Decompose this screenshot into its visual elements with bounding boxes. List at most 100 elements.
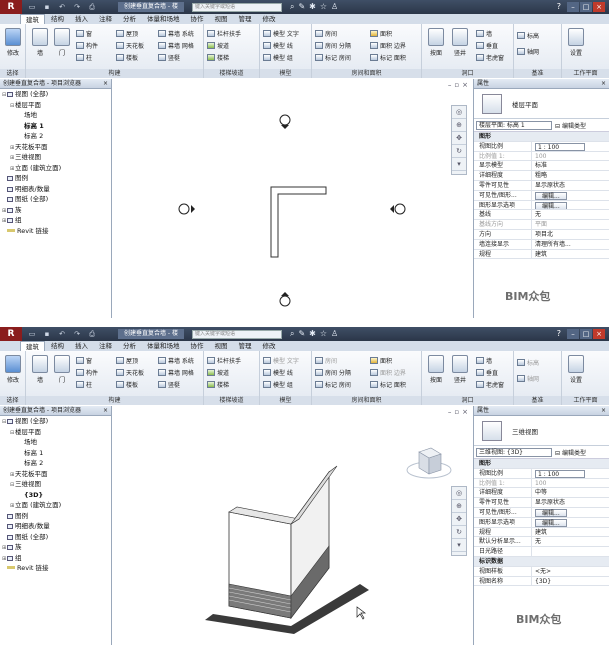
modify-button[interactable]: 修改: [3, 355, 23, 384]
by-face-button[interactable]: 按面: [426, 355, 446, 384]
property-value[interactable]: 建筑: [532, 528, 609, 537]
orbit-icon[interactable]: ↻: [452, 526, 466, 539]
search-input[interactable]: 键入关键字或短语: [191, 2, 282, 12]
viewcube-icon[interactable]: [406, 447, 452, 479]
window-button[interactable]: 窗: [76, 355, 92, 365]
stair-button[interactable]: 楼梯: [207, 52, 229, 62]
property-group-header[interactable]: 图形: [474, 459, 609, 469]
roof-button[interactable]: 屋顶: [116, 355, 138, 365]
tree-views-all[interactable]: ⊟ 视图 (全部): [2, 416, 111, 427]
area-boundary-button[interactable]: 面积 边界: [370, 367, 406, 377]
vertical-opening-button[interactable]: 垂直: [476, 40, 498, 50]
view-selector-dropdown[interactable]: 楼层平面: 标高 1: [476, 120, 552, 130]
shaft-button[interactable]: 竖井: [450, 355, 470, 384]
grid-button[interactable]: 轴网: [517, 373, 539, 383]
pan-icon[interactable]: ✥: [452, 513, 466, 526]
tab-massing-site[interactable]: 体量和场地: [142, 14, 185, 24]
tab-modify[interactable]: 修改: [258, 341, 281, 351]
help-icon[interactable]: ?: [557, 2, 561, 12]
railing-button[interactable]: 栏杆扶手: [207, 28, 241, 38]
nav-menu-icon[interactable]: ▾: [452, 539, 466, 552]
wall-plan-l-shape[interactable]: [270, 186, 327, 258]
model-text-button[interactable]: 模型 文字: [263, 355, 299, 365]
redo-icon[interactable]: ↷: [71, 329, 83, 339]
edit-button[interactable]: 编辑...: [535, 191, 567, 200]
tree-views-all[interactable]: ⊟ 视图 (全部): [2, 89, 111, 100]
property-value[interactable]: 编辑...: [532, 508, 609, 517]
property-group-header[interactable]: 图形: [474, 132, 609, 142]
property-value[interactable]: 编辑...: [532, 518, 609, 527]
tree-3d-views[interactable]: ⊞三维视图: [2, 152, 111, 163]
elevation-marker-south[interactable]: [279, 292, 291, 307]
tree-floor-plans[interactable]: ⊟楼层平面: [2, 100, 111, 111]
property-value[interactable]: 平面: [532, 220, 609, 229]
component-button[interactable]: 构件: [76, 367, 98, 377]
steering-wheel-icon[interactable]: ◎: [452, 487, 466, 500]
floor-button[interactable]: 楼板: [116, 379, 138, 389]
tab-annotate[interactable]: 注释: [94, 14, 117, 24]
tab-structure[interactable]: 结构: [46, 341, 69, 351]
tree-revit-links[interactable]: Revit 链接: [2, 226, 111, 237]
pan-icon[interactable]: ✥: [452, 132, 466, 145]
redo-icon[interactable]: ↷: [71, 2, 83, 12]
close-button[interactable]: ×: [593, 329, 605, 339]
property-value[interactable]: {3D}: [532, 577, 609, 586]
roof-button[interactable]: 屋顶: [116, 28, 138, 38]
close-icon[interactable]: ×: [601, 79, 606, 89]
close-icon[interactable]: ×: [103, 79, 108, 89]
steering-wheel-icon[interactable]: ◎: [452, 106, 466, 119]
tree-site[interactable]: 场地: [2, 437, 111, 448]
property-value[interactable]: 1 : 100: [532, 469, 609, 478]
close-button[interactable]: ×: [593, 2, 605, 12]
undo-icon[interactable]: ↶: [56, 329, 68, 339]
tree-level-1[interactable]: 标高 1: [2, 448, 111, 459]
model-line-button[interactable]: 模型 线: [263, 367, 293, 377]
tree-3d-default[interactable]: {3D}: [2, 490, 111, 501]
property-value[interactable]: 无: [532, 210, 609, 219]
curtain-system-button[interactable]: 幕墙 系统: [158, 28, 194, 38]
print-icon[interactable]: ⎙: [86, 2, 98, 12]
property-value[interactable]: 项目北: [532, 230, 609, 239]
property-value[interactable]: 中等: [532, 488, 609, 497]
exchange-icon[interactable]: ✱: [309, 2, 316, 12]
tag-area-button[interactable]: 标记 面积: [370, 52, 406, 62]
tree-schedules[interactable]: 明细表/数量: [2, 521, 111, 532]
tree-elevations[interactable]: ⊞立面 (建筑立面): [2, 163, 111, 174]
property-value[interactable]: 清理所有墙...: [532, 240, 609, 249]
model-group-button[interactable]: 模型 组: [263, 52, 293, 62]
tab-collaborate[interactable]: 协作: [186, 14, 209, 24]
model-group-button[interactable]: 模型 组: [263, 379, 293, 389]
zoom-icon[interactable]: ⊕: [452, 500, 466, 513]
property-value[interactable]: 编辑...: [532, 191, 609, 200]
tree-level-2[interactable]: 标高 2: [2, 131, 111, 142]
favorites-icon[interactable]: ☆: [320, 2, 327, 12]
tree-schedules[interactable]: 明细表/数量: [2, 184, 111, 195]
tab-manage[interactable]: 管理: [234, 341, 257, 351]
user-icon[interactable]: ♙: [331, 2, 338, 12]
property-value[interactable]: 建筑: [532, 250, 609, 259]
room-button[interactable]: 房间: [315, 28, 337, 38]
property-value[interactable]: 显示原状态: [532, 181, 609, 190]
close-icon[interactable]: ×: [601, 406, 606, 416]
tree-ceiling-plans[interactable]: ⊞天花板平面: [2, 142, 111, 153]
level-button[interactable]: 标高: [517, 357, 539, 367]
exchange-icon[interactable]: ✱: [309, 329, 316, 339]
edit-type-button[interactable]: ⊟ 编辑类型: [555, 121, 586, 130]
level-button[interactable]: 标高: [517, 30, 539, 40]
binoculars-icon[interactable]: ⌕: [290, 2, 294, 12]
property-value[interactable]: 显示原状态: [532, 498, 609, 507]
elevation-marker-north[interactable]: [279, 114, 291, 129]
curtain-system-button[interactable]: 幕墙 系统: [158, 355, 194, 365]
binoculars-icon[interactable]: ⌕: [290, 329, 294, 339]
floor-button[interactable]: 楼板: [116, 52, 138, 62]
ramp-button[interactable]: 坡道: [207, 367, 229, 377]
subscription-icon[interactable]: ✎: [298, 329, 305, 339]
type-selector[interactable]: 楼层平面: [474, 89, 609, 119]
stair-button[interactable]: 楼梯: [207, 379, 229, 389]
tree-families[interactable]: ⊞ 族: [2, 542, 111, 553]
ceiling-button[interactable]: 天花板: [116, 40, 144, 50]
open-icon[interactable]: ▭: [26, 2, 38, 12]
save-icon[interactable]: ▪: [41, 2, 53, 12]
grid-button[interactable]: 轴网: [517, 46, 539, 56]
tree-sheets[interactable]: 图纸 (全部): [2, 194, 111, 205]
